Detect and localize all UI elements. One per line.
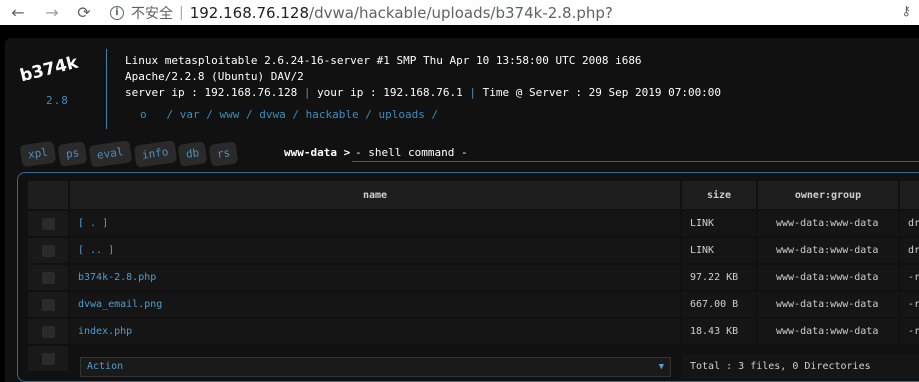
tab-eval[interactable]: eval — [88, 140, 132, 168]
tab-xpl[interactable]: xpl — [19, 140, 57, 168]
select-all-cell — [28, 346, 68, 371]
reload-icon[interactable]: ⟳ — [74, 3, 94, 23]
file-perms[interactable]: dr — [900, 238, 919, 263]
path-var[interactable]: var — [180, 108, 200, 121]
file-size: 667.00 B — [682, 292, 756, 317]
header-name[interactable]: name — [70, 181, 680, 209]
file-owner: www-data:www-data — [758, 292, 898, 317]
insecure-label[interactable]: 不安全 — [131, 3, 173, 23]
forward-icon[interactable]: → — [42, 3, 62, 23]
server-ip: server ip : 192.168.76.128 — [125, 86, 298, 99]
file-perms[interactable]: -r — [900, 292, 919, 317]
file-name[interactable]: dvwa_email.png — [70, 292, 680, 317]
file-perms[interactable]: -r — [900, 265, 919, 290]
chevron-down-icon: ▼ — [658, 362, 664, 372]
path-sep: / — [431, 108, 439, 121]
file-size: LINK — [682, 238, 756, 263]
row-checkbox-cell — [28, 292, 68, 317]
row-checkbox[interactable] — [41, 298, 55, 311]
url-separator: | — [179, 4, 184, 21]
system-info: Linux metasploitable 2.6.24-16-server #1… — [125, 53, 721, 101]
url-path[interactable]: /dvwa/hackable/uploads/b374k-2.8.php? — [309, 4, 613, 22]
path-root[interactable]: o — [140, 108, 147, 121]
tab-ps[interactable]: ps — [57, 141, 88, 167]
file-table-panel: name size owner:group [ . ] LINK www-dat… — [17, 172, 919, 382]
ip-time-line: server ip : 192.168.76.128 | your ip : 1… — [125, 85, 721, 101]
total-summary: Total : 3 files, 0 Directories — [682, 354, 919, 379]
header-owner[interactable]: owner:group — [758, 181, 898, 209]
action-select-label: Action — [87, 361, 124, 372]
path-sep: / — [166, 108, 174, 121]
your-ip: your ip : 192.168.76.1 — [317, 86, 463, 99]
pipe-separator: | — [469, 86, 477, 99]
path-sep: / — [365, 108, 372, 121]
path-www[interactable]: www — [220, 108, 240, 121]
server-software-line: Apache/2.2.8 (Ubuntu) DAV/2 — [125, 70, 304, 83]
file-owner: www-data:www-data — [758, 238, 898, 263]
file-owner: www-data:www-data — [758, 211, 898, 236]
file-size: 97.22 KB — [682, 265, 756, 290]
row-checkbox[interactable] — [41, 244, 55, 257]
info-icon[interactable]: i — [110, 5, 124, 20]
pipe-separator: | — [303, 86, 311, 99]
file-name[interactable]: [ . ] — [70, 211, 680, 236]
logo-divider — [106, 49, 107, 129]
file-perms[interactable]: dr — [900, 211, 919, 236]
action-select[interactable]: Action ▼ — [80, 357, 671, 377]
path-dvwa[interactable]: dvwa — [259, 108, 286, 121]
select-all-checkbox[interactable] — [41, 352, 55, 365]
path-breadcrumb: o / var / www / dvwa / hackable / upload… — [140, 108, 438, 121]
file-size: 18.43 KB — [682, 319, 756, 344]
tab-db[interactable]: db — [177, 141, 208, 167]
row-checkbox-cell — [28, 238, 68, 263]
key-icon[interactable]: ⚷ — [901, 4, 911, 19]
back-icon[interactable]: ← — [8, 3, 28, 23]
file-size: LINK — [682, 211, 756, 236]
server-time: Time @ Server : 29 Sep 2019 07:00:00 — [482, 86, 722, 99]
path-sep: / — [246, 108, 253, 121]
file-name[interactable]: index.php — [70, 319, 680, 344]
file-owner: www-data:www-data — [758, 265, 898, 290]
row-checkbox[interactable] — [41, 217, 55, 230]
row-checkbox-cell — [28, 211, 68, 236]
logo-version: 2.8 — [46, 94, 69, 107]
row-checkbox[interactable] — [41, 271, 55, 284]
path-hackable[interactable]: hackable — [306, 108, 359, 121]
row-checkbox-cell — [28, 319, 68, 344]
row-checkbox[interactable] — [41, 325, 55, 338]
shell-command-input[interactable]: - shell command - — [352, 146, 919, 162]
page: b374k 2.8 Linux metasploitable 2.6.24-16… — [0, 25, 919, 382]
browser-address-bar: ← → ⟳ i 不安全 | 192.168.76.128 /dvwa/hacka… — [0, 0, 919, 25]
uname-line: Linux metasploitable 2.6.24-16-server #1… — [125, 54, 642, 67]
header-size[interactable]: size — [682, 181, 756, 209]
header-perms[interactable] — [900, 181, 919, 209]
row-checkbox-cell — [28, 265, 68, 290]
file-owner: www-data:www-data — [758, 319, 898, 344]
tab-rs[interactable]: rs — [208, 141, 240, 167]
path-sep: / — [206, 108, 213, 121]
tab-info[interactable]: info — [133, 140, 177, 168]
shell-prompt: www-data > — [284, 146, 351, 159]
path-uploads[interactable]: uploads — [378, 108, 424, 121]
file-name[interactable]: b374k-2.8.php — [70, 265, 680, 290]
file-name[interactable]: [ .. ] — [70, 238, 680, 263]
path-sep: / — [292, 108, 299, 121]
header-check — [28, 181, 68, 209]
file-perms[interactable]: -r — [900, 319, 919, 344]
url-host[interactable]: 192.168.76.128 — [190, 4, 309, 22]
tool-tabs: xpl ps eval info db rs — [19, 140, 242, 168]
